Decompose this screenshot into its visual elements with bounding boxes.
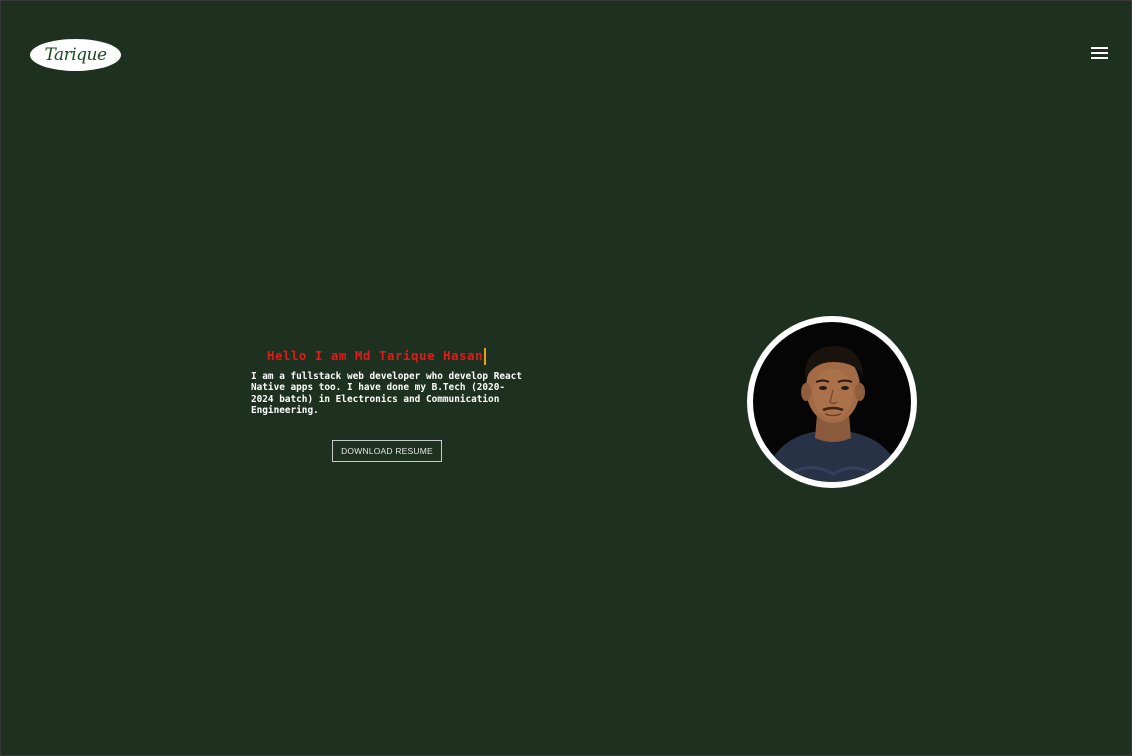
avatar — [747, 316, 917, 488]
logo-text: Tarique — [44, 45, 107, 65]
hamburger-menu-icon[interactable] — [1091, 46, 1109, 60]
profile-photo — [753, 322, 911, 482]
greeting-text: Hello I am Md Tarique Hasan — [267, 349, 484, 363]
hero-text: Hello I am Md Tarique Hasan I am a fulls… — [251, 345, 526, 417]
bio-text: I am a fullstack web developer who devel… — [251, 371, 522, 417]
logo[interactable]: Tarique — [30, 39, 121, 71]
greeting-heading: Hello I am Md Tarique Hasan — [267, 347, 487, 365]
download-resume-button[interactable]: DOWNLOAD RESUME — [332, 440, 442, 462]
typing-cursor — [484, 347, 487, 365]
